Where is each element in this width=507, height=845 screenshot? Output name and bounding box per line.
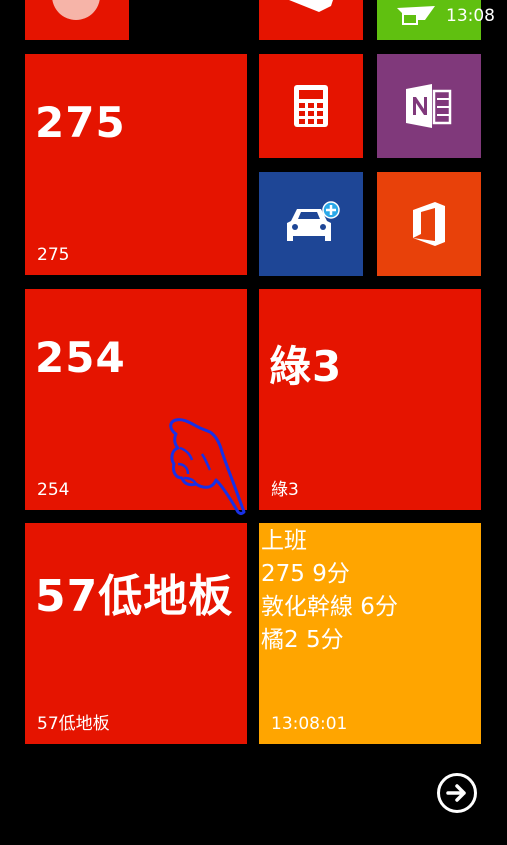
tile-big-label: 275	[35, 98, 126, 147]
tile-office[interactable]	[377, 172, 481, 276]
tile-bus-57-low-floor[interactable]: 57低地板 57低地板	[25, 523, 247, 744]
tile-bus-275[interactable]: 275 275	[25, 54, 247, 275]
commute-update-time: 13:08:01	[271, 714, 348, 734]
contact-circle-icon	[52, 0, 100, 20]
tile-calculator[interactable]	[259, 54, 363, 158]
tile-small-label: 綠3	[271, 480, 299, 500]
commute-line: 敦化幹線 6分	[261, 594, 398, 620]
partial-icon	[289, 0, 333, 12]
commute-line: 橘2 5分	[261, 627, 344, 653]
arrow-right-icon	[446, 784, 466, 802]
onenote-icon	[406, 84, 452, 128]
tile-commute-live[interactable]: 上班 275 9分 敦化幹線 6分 橘2 5分 13:08:01	[259, 523, 481, 744]
hand-pointer-icon	[169, 418, 246, 515]
tile-big-label: 綠3	[269, 342, 343, 391]
tile-onenote[interactable]	[377, 54, 481, 158]
tile-big-label: 57低地板	[35, 571, 234, 622]
calculator-icon	[294, 85, 328, 127]
commute-title: 上班	[261, 528, 307, 554]
tile-small-label: 275	[37, 245, 70, 265]
tile-big-label: 254	[35, 333, 126, 382]
all-apps-button[interactable]	[437, 773, 477, 813]
tile-top-middle[interactable]	[259, 0, 363, 40]
tile-small-label: 57低地板	[37, 714, 110, 734]
tile-top-left[interactable]	[25, 0, 129, 40]
commute-line: 275 9分	[261, 561, 350, 587]
car-add-icon	[287, 201, 340, 241]
tile-car[interactable]	[259, 172, 363, 276]
office-icon	[413, 202, 445, 246]
tile-bus-green3[interactable]: 綠3 綠3	[259, 289, 481, 510]
status-clock: 13:08	[446, 6, 495, 26]
tile-small-label: 254	[37, 480, 70, 500]
